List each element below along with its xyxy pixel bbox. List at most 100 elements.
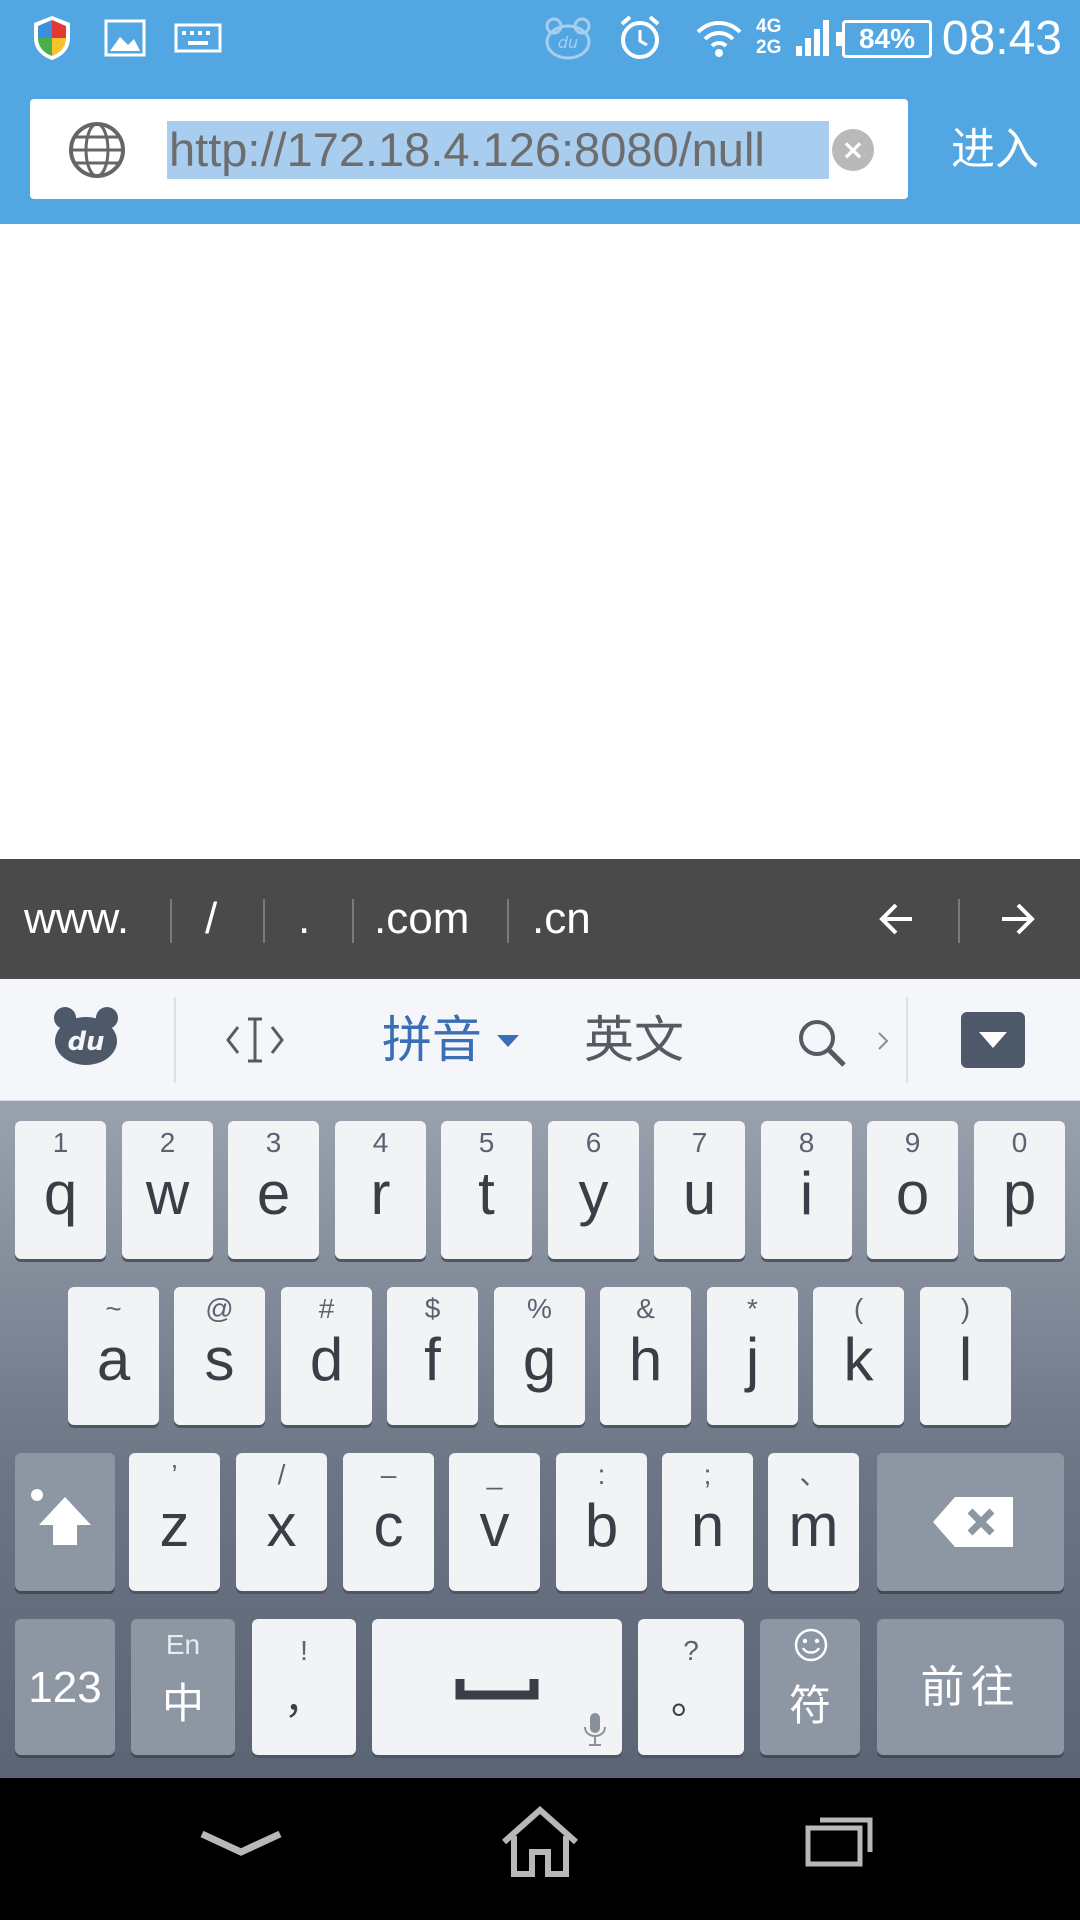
- key-hint: 9: [904, 1127, 921, 1158]
- space-key[interactable]: [372, 1619, 622, 1755]
- divider: [507, 899, 509, 943]
- key-x[interactable]: / x: [236, 1453, 327, 1591]
- key-hint: 1: [52, 1127, 69, 1158]
- url-shortcut-bar: www. / . .com .cn: [0, 859, 1080, 979]
- divider: [958, 899, 960, 943]
- url-input[interactable]: http://172.18.4.126:8080/null: [167, 121, 829, 179]
- cursor-right-icon[interactable]: [998, 859, 1038, 979]
- svg-text:du: du: [67, 1027, 104, 1057]
- back-icon[interactable]: [196, 1818, 286, 1872]
- key-k[interactable]: (k: [813, 1287, 904, 1425]
- alarm-icon: [616, 14, 664, 62]
- svg-text:du: du: [558, 33, 578, 52]
- key-hint: @: [205, 1293, 234, 1324]
- shortcut-www[interactable]: www.: [24, 859, 129, 979]
- key-f[interactable]: $ f: [387, 1287, 478, 1425]
- key-p[interactable]: 0p: [974, 1121, 1065, 1259]
- symbols-key[interactable]: 符: [760, 1619, 860, 1755]
- divider: [263, 899, 265, 943]
- divider: [174, 997, 176, 1083]
- key-c[interactable]: – c: [343, 1453, 434, 1591]
- key-a[interactable]: ~ a: [68, 1287, 159, 1425]
- language-key[interactable]: En 中: [131, 1619, 235, 1755]
- key-q[interactable]: 1q: [15, 1121, 106, 1259]
- key-label: x: [266, 1492, 297, 1559]
- chevron-down-icon: [497, 1035, 519, 1047]
- key-hint: ?: [683, 1635, 699, 1666]
- divider: [170, 899, 172, 943]
- home-icon[interactable]: [498, 1804, 582, 1884]
- enter-key[interactable]: 前往: [877, 1619, 1064, 1755]
- pinyin-mode-button[interactable]: 拼音: [382, 979, 482, 1101]
- key-hint: %: [527, 1293, 552, 1324]
- shield-icon: [30, 14, 74, 62]
- emoji-icon: [794, 1628, 828, 1662]
- gallery-icon: [104, 14, 146, 62]
- key-label: w: [145, 1160, 190, 1227]
- key-n[interactable]: ; n: [662, 1453, 753, 1591]
- battery-icon: 84%: [836, 20, 932, 58]
- key-hint: #: [318, 1293, 335, 1324]
- key-y[interactable]: 6y: [548, 1121, 639, 1259]
- english-mode-button[interactable]: 英文: [584, 979, 684, 1101]
- key-hint: &: [636, 1293, 655, 1324]
- key-label: i: [799, 1160, 814, 1227]
- key-l[interactable]: ) l: [920, 1287, 1011, 1425]
- shortcut-dot[interactable]: .: [298, 859, 310, 979]
- key-g[interactable]: % g: [494, 1287, 585, 1425]
- key-d[interactable]: # d: [281, 1287, 372, 1425]
- key-hint: 0: [1011, 1127, 1028, 1158]
- key-r[interactable]: 4r: [335, 1121, 426, 1259]
- key-hint: ): [960, 1293, 971, 1324]
- clear-icon[interactable]: ×: [832, 129, 874, 171]
- cursor-left-icon[interactable]: [876, 859, 916, 979]
- key-hint: _: [486, 1459, 503, 1490]
- numbers-key[interactable]: 123: [15, 1619, 115, 1755]
- backspace-key[interactable]: [877, 1453, 1064, 1591]
- key-m[interactable]: 、 m: [768, 1453, 859, 1591]
- key-label: f: [424, 1326, 441, 1393]
- key-label: e: [256, 1160, 291, 1227]
- backspace-icon: [933, 1497, 1013, 1547]
- key-hint: $: [424, 1293, 441, 1324]
- key-hint: En: [165, 1629, 201, 1660]
- hide-keyboard-button[interactable]: [961, 1012, 1025, 1068]
- key-u[interactable]: 7u: [654, 1121, 745, 1259]
- key-label: q: [43, 1160, 78, 1227]
- shortcut-com[interactable]: .com: [374, 859, 469, 979]
- key-o[interactable]: 9o: [867, 1121, 958, 1259]
- shortcut-cn[interactable]: .cn: [532, 859, 591, 979]
- key-b[interactable]: :b: [556, 1453, 647, 1591]
- key-hint: *: [747, 1293, 758, 1324]
- key-label: a: [96, 1326, 131, 1393]
- key-v[interactable]: _ v: [449, 1453, 540, 1591]
- key-z[interactable]: ’ z: [129, 1453, 220, 1591]
- key-w[interactable]: 2w: [122, 1121, 213, 1259]
- key-j[interactable]: * j: [707, 1287, 798, 1425]
- cursor-move-icon[interactable]: [224, 1015, 286, 1069]
- period-key[interactable]: ? 。: [638, 1619, 744, 1755]
- comma-key[interactable]: ! ，: [252, 1619, 356, 1755]
- divider: [906, 997, 908, 1083]
- chevron-right-icon[interactable]: [876, 1029, 890, 1057]
- shift-key[interactable]: [15, 1453, 115, 1591]
- key-e[interactable]: 3e: [228, 1121, 319, 1259]
- key-i[interactable]: 8i: [761, 1121, 852, 1259]
- key-hint: 2: [159, 1127, 176, 1158]
- key-hint: ;: [703, 1459, 712, 1490]
- shortcut-slash[interactable]: /: [205, 859, 217, 979]
- search-icon[interactable]: [796, 1017, 848, 1073]
- go-button[interactable]: 进入: [930, 112, 1060, 188]
- url-bar[interactable]: http://172.18.4.126:8080/null ×: [30, 99, 908, 199]
- key-s[interactable]: @ s: [174, 1287, 265, 1425]
- key-t[interactable]: 5t: [441, 1121, 532, 1259]
- key-hint: ’: [171, 1459, 178, 1490]
- key-label: r: [370, 1160, 391, 1227]
- key-h[interactable]: & h: [600, 1287, 691, 1425]
- key-hint: 、: [799, 1459, 828, 1490]
- recent-apps-icon[interactable]: [804, 1810, 876, 1874]
- status-bar: du 4G 2G 84% 08:43: [0, 0, 1080, 76]
- du-logo-icon[interactable]: du: [52, 1005, 120, 1071]
- key-label: j: [745, 1326, 760, 1393]
- key-hint: –: [380, 1459, 397, 1490]
